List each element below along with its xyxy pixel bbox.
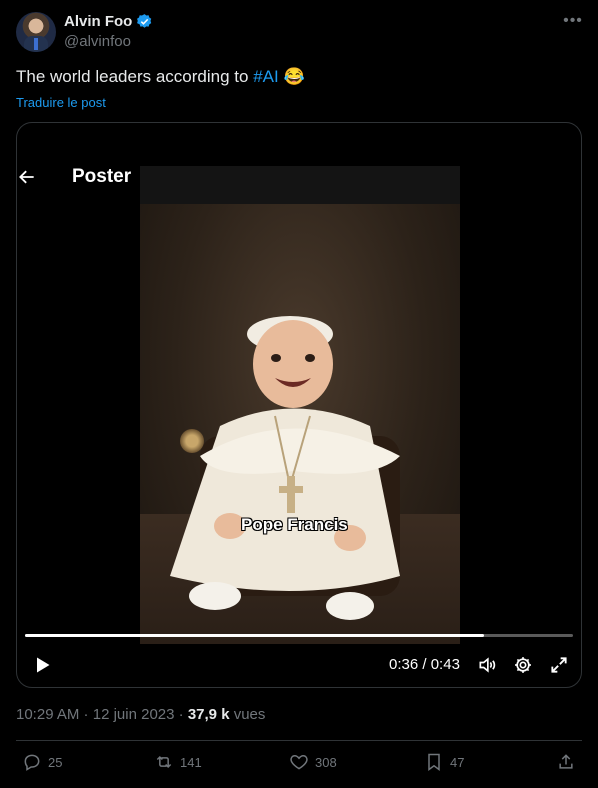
baby-pope-figure [170,316,400,620]
progress-bar[interactable] [25,634,573,637]
translate-link[interactable]: Traduire le post [16,95,106,110]
tweet-time[interactable]: 10:29 AM [16,706,79,723]
volume-icon[interactable] [477,655,497,675]
video-player[interactable]: Poster Pope Francis 0:36 / 0:43 [16,122,582,688]
bookmark-count: 47 [450,754,465,770]
reply-icon [24,754,40,771]
current-time: 0:36 [389,656,419,673]
views-count: 37,9 k [187,706,230,723]
duration: 0:43 [430,656,460,673]
hashtag-link[interactable]: #AI [253,67,279,86]
repost-button[interactable]: 141 [154,752,202,772]
author-name-text[interactable]: Alvin Foo [64,13,132,30]
repost-count: 141 [180,754,202,770]
tweet-body: The world leaders according to [16,67,254,86]
action-bar: 25 141 308 47 [16,752,582,778]
share-icon [559,754,573,769]
heart-icon [290,754,308,770]
video-header-title: Poster [72,166,132,187]
more-options-icon[interactable]: ••• [562,12,584,32]
views-label: vues [233,706,266,723]
video-frame [140,166,460,644]
video-time: 0:36 / 0:43 [389,656,460,673]
like-button[interactable]: 308 [289,752,337,772]
author-handle[interactable]: @alvinfoo [64,33,131,50]
author-name[interactable]: Alvin Foo [64,13,153,30]
video-caption: Pope Francis [241,515,348,534]
time-separator: / [418,656,431,673]
bookmark-button[interactable]: 47 [424,752,464,772]
fullscreen-icon[interactable] [549,655,569,675]
tweet-date[interactable]: 12 juin 2023 [93,706,175,723]
avatar[interactable] [16,12,56,52]
tweet-meta: 10:29 AM · 12 juin 2023 · 37,9 k vues [16,706,266,723]
divider [16,740,582,741]
video-top-bar [140,166,460,204]
reply-count: 25 [48,754,63,770]
bookmark-icon [428,753,440,771]
repost-icon [156,755,172,769]
laughing-emoji-icon: 😂 [283,67,305,86]
progress-fill [25,634,484,637]
verified-badge-icon [137,14,152,28]
share-button[interactable] [556,752,576,772]
avatar-tie [34,38,38,50]
tweet-text: The world leaders according to #AI 😂 [16,67,305,87]
settings-gear-icon[interactable] [513,655,533,675]
play-icon[interactable] [32,655,52,675]
reply-button[interactable]: 25 [22,752,62,772]
like-count: 308 [315,754,337,770]
back-arrow-icon[interactable] [17,167,37,187]
